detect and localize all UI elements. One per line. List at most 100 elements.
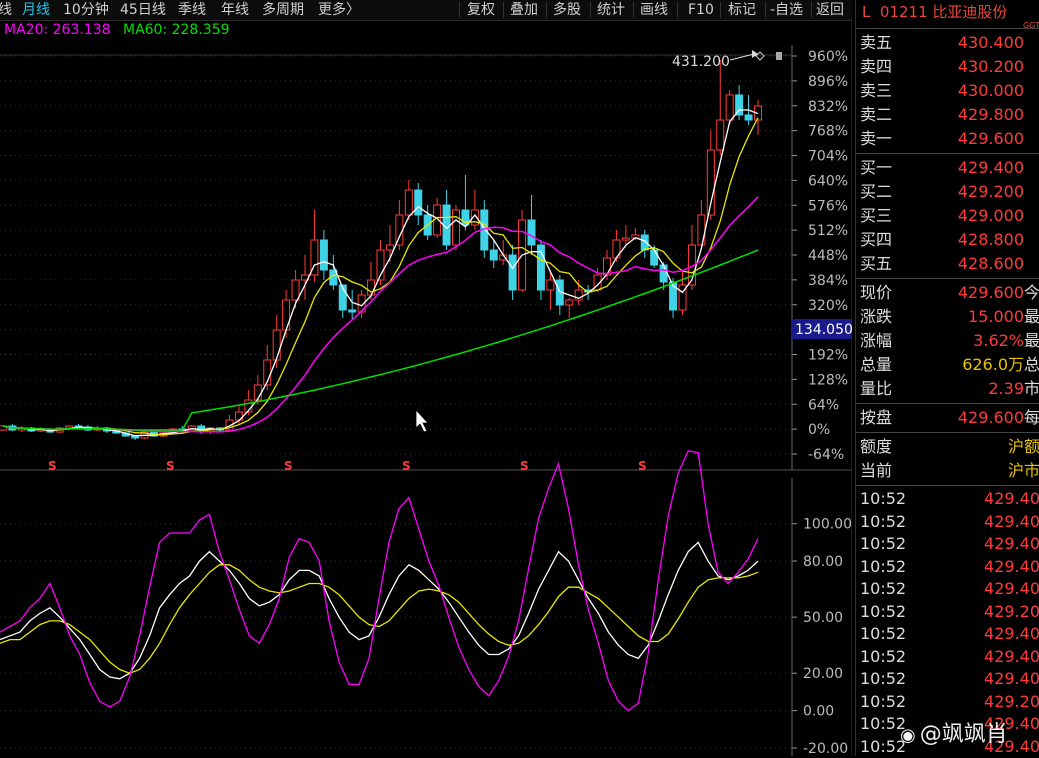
stat-extra: 今	[1024, 281, 1039, 305]
multi-stock-button[interactable]: 多股	[553, 0, 581, 20]
tab-multi-period[interactable]: 多周期	[262, 0, 304, 20]
ask-label: 卖一	[860, 127, 892, 151]
quota-row: 额度沪额	[856, 435, 1039, 459]
tick-price: 429.20	[984, 691, 1039, 713]
quota-row: 当前沪市	[856, 459, 1039, 483]
candle-body	[726, 95, 733, 120]
stat-row: 涨幅3.62%最	[856, 329, 1039, 353]
tick-price: 429.40	[984, 578, 1039, 600]
tick-row: 10:52 429.20	[856, 691, 1039, 714]
back-button[interactable]: 返回	[816, 0, 844, 20]
watchlist-button[interactable]: -自选	[770, 0, 803, 20]
osc-line-d	[0, 565, 758, 673]
sell-marker: S	[638, 459, 647, 473]
tick-time: 10:52	[860, 578, 906, 600]
bid-price: 429.000	[958, 204, 1024, 228]
tick-row: 10:52429.40	[856, 533, 1039, 556]
osc-line-k	[0, 542, 758, 678]
max-price-label: 431.200	[672, 54, 730, 70]
panel-toggle-icon	[776, 52, 782, 60]
ask-row: 卖四430.200	[856, 55, 1039, 79]
candle-body	[745, 115, 752, 120]
price-axis-label: 320%	[808, 298, 848, 314]
tick-row: 10:52429.40	[856, 556, 1039, 579]
tick-time: 10:52	[860, 488, 906, 510]
price-axis-label: 704%	[808, 149, 848, 165]
quota-value: 沪市	[1008, 459, 1039, 483]
bid-row: 买四428.800	[856, 228, 1039, 252]
candle-body	[405, 190, 412, 215]
tick-time: 10:52	[860, 646, 906, 668]
sell-marker: S	[284, 459, 293, 473]
draw-line-button[interactable]: 画线	[640, 0, 668, 20]
tab-45day[interactable]: 45日线	[120, 0, 166, 20]
stat-label: 量比	[860, 377, 892, 401]
candle-body	[660, 265, 667, 282]
stat-row: 现价429.600今	[856, 281, 1039, 305]
candle-body	[386, 245, 393, 250]
bid-row: 买二429.200	[856, 180, 1039, 204]
ask-price: 429.600	[958, 127, 1024, 151]
adjust-button[interactable]: 复权	[467, 0, 495, 20]
tick-row: 10:52429.40	[856, 646, 1039, 669]
stats-button[interactable]: 统计	[597, 0, 625, 20]
price-axis-label: 0%	[808, 422, 830, 438]
candle-body	[622, 238, 629, 240]
tick-time: 10:52	[860, 511, 906, 533]
tab-10min[interactable]: 10分钟	[63, 0, 109, 20]
ask-price: 430.200	[958, 55, 1024, 79]
stock-name: 比亚迪股份	[932, 3, 1007, 21]
tick-price: 429.20	[984, 601, 1039, 623]
osc-axis-label: 0.00	[803, 704, 834, 720]
bid-price: 428.600	[958, 252, 1024, 276]
stat-extra: 最	[1024, 305, 1039, 329]
candle-body	[396, 215, 403, 245]
tab-more[interactable]: 更多〉	[318, 0, 360, 20]
tick-time: 10:52	[860, 691, 906, 713]
overlay-button[interactable]: 叠加	[510, 0, 538, 20]
price-axis-label: 896%	[808, 74, 848, 90]
period-toolbar: 线 月线 10分钟 45日线 季线 年线 多周期 更多〉 复权 叠加 多股 统计…	[0, 0, 852, 21]
watermark: ◉@飒飒肖	[900, 716, 1008, 748]
candle-body	[490, 250, 497, 260]
tab-period-0[interactable]: 线	[0, 0, 12, 20]
candle-body	[273, 330, 280, 360]
osc-line-j	[0, 451, 758, 711]
f10-button[interactable]: F10	[688, 0, 714, 20]
candle-body	[604, 258, 611, 275]
osc-axis-label: 100.00	[803, 517, 852, 533]
tick-row: 10:52429.40	[856, 668, 1039, 691]
sell-marker: S	[402, 459, 411, 473]
price-axis-label: 128%	[808, 372, 848, 388]
bid-row: 买一429.400	[856, 156, 1039, 180]
stat-value: 626.0万	[962, 353, 1024, 377]
tab-quarterly[interactable]: 季线	[178, 0, 206, 20]
ma20-label: MA20: 263.138	[4, 22, 111, 38]
tab-yearly[interactable]: 年线	[221, 0, 249, 20]
quota-label: 额度	[860, 435, 892, 459]
tick-time: 10:52	[860, 556, 906, 578]
candle-body	[651, 250, 658, 265]
candle-body	[509, 255, 516, 290]
tick-time: 10:52	[860, 533, 906, 555]
weibo-icon: ◉	[900, 725, 916, 746]
kline-chart[interactable]: 960%896%832%768%704%640%576%512%448%384%…	[0, 0, 852, 756]
tab-monthly[interactable]: 月线	[22, 0, 50, 20]
ask-price: 430.000	[958, 79, 1024, 103]
price-axis-label: 640%	[808, 173, 848, 189]
stock-header[interactable]: L 01211 比亚迪股份 GGT	[856, 0, 1039, 26]
tick-row: 10:52429.40	[856, 511, 1039, 534]
stat-value: 15.000	[968, 305, 1024, 329]
tick-price: 429.40	[984, 623, 1039, 645]
candle-body	[566, 300, 573, 305]
price-axis-label: 192%	[808, 348, 848, 364]
current-price-tag: 134.050	[795, 322, 852, 338]
candle-body	[320, 240, 327, 270]
candle-body	[547, 280, 554, 290]
tick-row: 10:52429.20	[856, 601, 1039, 624]
candle-body	[528, 220, 535, 245]
price-axis-label: 448%	[808, 248, 848, 264]
mark-button[interactable]: 标记	[728, 0, 756, 20]
osc-axis-label: 50.00	[803, 610, 843, 626]
market-prefix: L	[862, 3, 870, 21]
